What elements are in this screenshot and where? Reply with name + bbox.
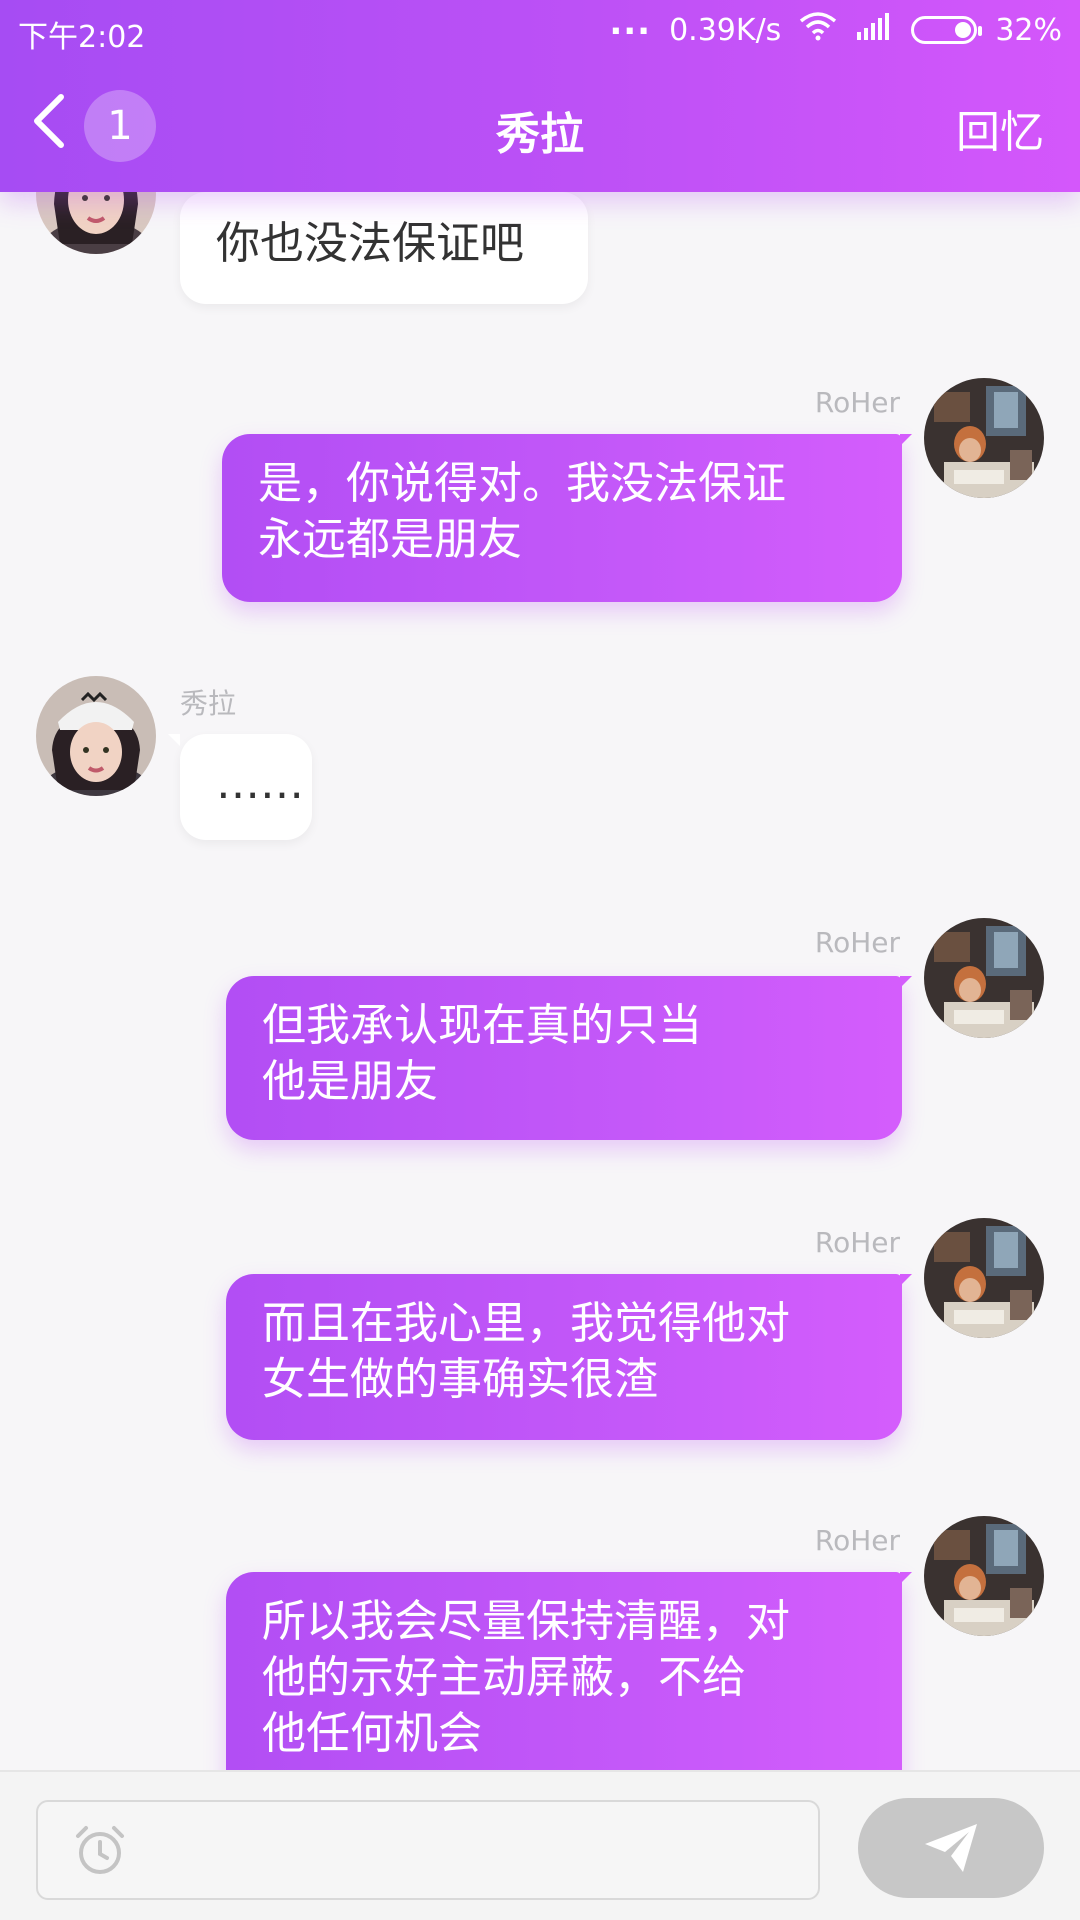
sender-name: 秀拉 bbox=[180, 687, 237, 720]
battery-icon bbox=[911, 16, 983, 44]
my-avatar[interactable] bbox=[924, 378, 1044, 498]
sender-name: RoHer bbox=[814, 1226, 900, 1259]
message-bubble-outgoing[interactable]: 所以我会尽量保持清醒，对 他的示好主动屏蔽，不给 他任何机会 bbox=[226, 1572, 912, 1770]
alarm-clock-icon[interactable] bbox=[72, 1822, 128, 1878]
message-bubble-incoming[interactable]: 你也没法保证吧 bbox=[180, 192, 588, 304]
message-composer bbox=[0, 1770, 1080, 1920]
status-time: 下午2:02 bbox=[18, 20, 146, 55]
nav-bar: 1 秀拉 回忆 bbox=[0, 62, 1080, 192]
message-text: 是，你说得对。我没法保证 永远都是朋友 bbox=[258, 458, 786, 565]
message-bubble-outgoing[interactable]: 是，你说得对。我没法保证 永远都是朋友 bbox=[222, 434, 912, 602]
message-input[interactable] bbox=[36, 1800, 820, 1900]
my-avatar[interactable] bbox=[924, 1218, 1044, 1338]
status-indicators: ... 0.39K/s 32% bbox=[609, 3, 1062, 50]
my-avatar[interactable] bbox=[924, 1516, 1044, 1636]
message-bubble-incoming[interactable]: …… bbox=[168, 734, 312, 840]
sender-name: RoHer bbox=[814, 386, 900, 419]
message-text: 而且在我心里，我觉得他对 女生做的事确实很渣 bbox=[262, 1298, 790, 1405]
contact-avatar[interactable] bbox=[36, 676, 156, 796]
sender-name: RoHer bbox=[814, 1524, 900, 1557]
app-header: 下午2:02 ... 0.39K/s 32% 1 秀拉 回忆 bbox=[0, 0, 1080, 192]
chat-area[interactable]: 你也没法保证吧 RoHer 是，你说得对。我没法保证 永远都是朋友 秀拉 …… … bbox=[0, 0, 1080, 1770]
memory-button[interactable]: 回忆 bbox=[956, 96, 1044, 160]
message-text: 所以我会尽量保持清醒，对 他的示好主动屏蔽，不给 他任何机会 bbox=[262, 1596, 790, 1759]
message-bubble-outgoing[interactable]: 而且在我心里，我觉得他对 女生做的事确实很渣 bbox=[226, 1274, 912, 1440]
network-speed: 0.39K/s bbox=[669, 12, 782, 48]
battery-level: 32% bbox=[995, 12, 1062, 48]
chat-title: 秀拉 bbox=[496, 109, 584, 160]
more-notifications-icon: ... bbox=[609, 3, 652, 43]
message-text: …… bbox=[216, 758, 304, 809]
message-text: 但我承认现在真的只当 他是朋友 bbox=[262, 1000, 702, 1107]
sender-name: RoHer bbox=[814, 926, 900, 959]
send-button[interactable] bbox=[858, 1798, 1044, 1898]
signal-icon bbox=[855, 12, 893, 48]
status-bar: 下午2:02 ... 0.39K/s 32% bbox=[0, 0, 1080, 62]
message-text: 你也没法保证吧 bbox=[216, 218, 524, 269]
my-avatar[interactable] bbox=[924, 918, 1044, 1038]
paper-plane-icon bbox=[925, 1824, 977, 1872]
message-bubble-outgoing[interactable]: 但我承认现在真的只当 他是朋友 bbox=[226, 976, 912, 1140]
wifi-icon bbox=[799, 11, 837, 49]
